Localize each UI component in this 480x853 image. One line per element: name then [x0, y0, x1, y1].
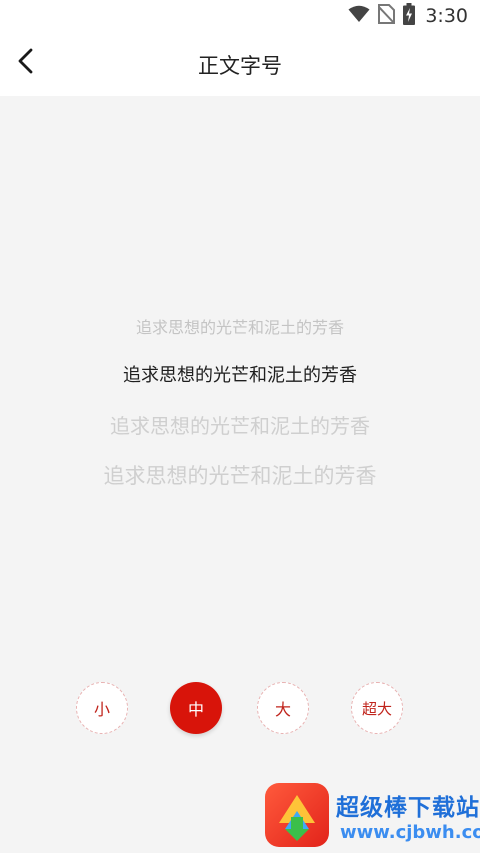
- battery-charging-icon: [403, 3, 416, 29]
- watermark-name: 超级棒下载站: [336, 795, 480, 821]
- site-watermark: 超级棒下载站 www.cjbwh.com: [262, 780, 480, 853]
- preview-text-small: 追求思想的光芒和泥土的芳香: [135, 318, 344, 337]
- preview-text-xlarge: 追求思想的光芒和泥土的芳香: [103, 464, 377, 488]
- size-option-label: 中: [187, 700, 204, 719]
- page-title: 正文字号: [198, 54, 282, 78]
- size-option-medium[interactable]: 中: [170, 682, 222, 734]
- wifi-icon: [348, 5, 370, 27]
- preview-text-large: 追求思想的光芒和泥土的芳香: [110, 414, 370, 438]
- size-option-xlarge[interactable]: 超大: [351, 682, 403, 734]
- size-option-small[interactable]: 小: [76, 682, 128, 734]
- size-option-large[interactable]: 大: [257, 682, 309, 734]
- watermark-url: www.cjbwh.com: [340, 822, 480, 843]
- preview-text-medium: 追求思想的光芒和泥土的芳香: [123, 365, 357, 386]
- watermark-logo-icon: [265, 783, 329, 847]
- header: 正文字号: [0, 33, 480, 96]
- size-option-label: 小: [93, 700, 110, 719]
- status-time: 3:30: [425, 5, 468, 27]
- status-icons: 3:30: [348, 3, 468, 29]
- size-option-label: 超大: [361, 699, 392, 718]
- size-option-label: 大: [274, 700, 291, 719]
- status-bar: 3:30: [0, 0, 480, 33]
- no-sim-icon: [377, 4, 396, 28]
